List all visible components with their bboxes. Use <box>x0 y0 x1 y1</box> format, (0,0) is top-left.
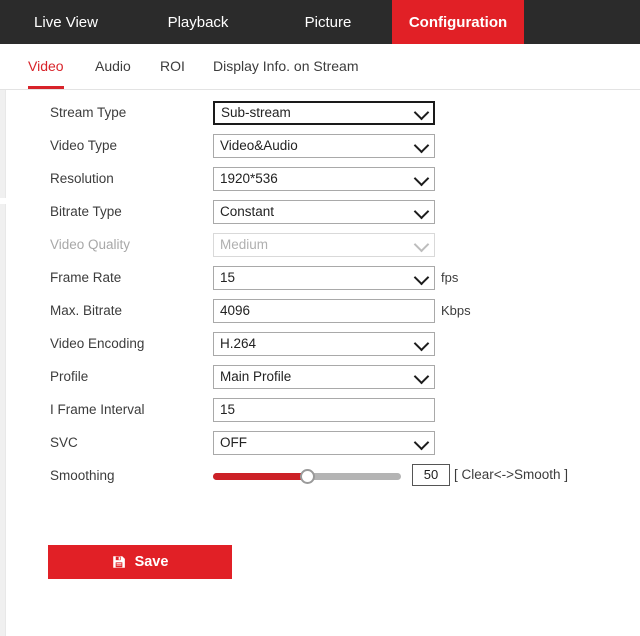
form-row-video-quality: Video Quality <box>0 228 640 261</box>
video-encoding-select[interactable] <box>213 331 435 356</box>
tab-video[interactable]: Video <box>28 44 64 89</box>
form-row-smoothing: Smoothing [ Clear<->Smooth ] <box>0 459 640 492</box>
form-row-resolution: Resolution <box>0 162 640 195</box>
form-row-video-encoding: Video Encoding <box>0 327 640 360</box>
control-resolution <box>213 166 435 191</box>
control-frame-rate <box>213 265 435 290</box>
nav-item-live-view[interactable]: Live View <box>0 0 132 44</box>
nav-item-picture[interactable]: Picture <box>264 0 392 44</box>
max-bitrate-input[interactable] <box>213 298 435 323</box>
frame-rate-select[interactable] <box>213 265 435 290</box>
label-video-encoding: Video Encoding <box>50 336 145 351</box>
control-max-bitrate <box>213 298 435 323</box>
label-svc: SVC <box>50 435 78 450</box>
floppy-disk-icon <box>112 556 125 568</box>
form-row-bitrate-type: Bitrate Type <box>0 195 640 228</box>
form-row-profile: Profile <box>0 360 640 393</box>
video-encoding-select-wrap <box>213 331 435 356</box>
label-video-type: Video Type <box>50 138 118 153</box>
control-video-encoding <box>213 331 435 356</box>
smoothing-value-input[interactable] <box>412 463 450 486</box>
form-row-video-type: Video Type <box>0 129 640 162</box>
frame-rate-select-wrap <box>213 265 435 290</box>
smoothing-slider-area: [ Clear<->Smooth ] <box>213 463 613 488</box>
save-button-label: Save <box>134 554 169 570</box>
profile-select-wrap <box>213 364 435 389</box>
tab-label: ROI <box>160 58 185 74</box>
smoothing-hint-text: [ Clear<->Smooth ] <box>454 466 569 482</box>
control-i-frame-interval <box>213 397 435 422</box>
sub-tab-bar: Video Audio ROI Display Info. on Stream <box>0 44 640 90</box>
control-video-quality <box>213 232 435 257</box>
video-settings-form: Stream Type Video Type Resolution <box>0 96 640 492</box>
svc-select-wrap <box>213 430 435 455</box>
svc-select[interactable] <box>213 430 435 455</box>
tab-label: Video <box>28 58 64 74</box>
smoothing-slider-fill <box>213 472 307 480</box>
form-row-frame-rate: Frame Rate fps <box>0 261 640 294</box>
stream-type-select-wrap <box>213 100 435 125</box>
video-type-select-wrap <box>213 133 435 158</box>
bitrate-type-select[interactable] <box>213 199 435 224</box>
tab-label: Display Info. on Stream <box>213 58 359 74</box>
control-stream-type <box>213 100 435 125</box>
control-svc <box>213 430 435 455</box>
form-row-stream-type: Stream Type <box>0 96 640 129</box>
label-smoothing: Smoothing <box>50 468 115 483</box>
label-video-quality: Video Quality <box>50 237 131 252</box>
resolution-select[interactable] <box>213 166 435 191</box>
label-profile: Profile <box>50 369 89 384</box>
control-bitrate-type <box>213 199 435 224</box>
label-stream-type: Stream Type <box>50 105 127 120</box>
form-row-i-frame-interval: I Frame Interval <box>0 393 640 426</box>
profile-select[interactable] <box>213 364 435 389</box>
control-profile <box>213 364 435 389</box>
label-bitrate-type: Bitrate Type <box>50 204 122 219</box>
label-i-frame-interval: I Frame Interval <box>50 402 145 417</box>
nav-item-playback[interactable]: Playback <box>132 0 264 44</box>
video-type-select[interactable] <box>213 133 435 158</box>
control-video-type <box>213 133 435 158</box>
save-button[interactable]: Save <box>48 545 232 579</box>
bitrate-type-select-wrap <box>213 199 435 224</box>
form-row-svc: SVC <box>0 426 640 459</box>
form-row-max-bitrate: Max. Bitrate Kbps <box>0 294 640 327</box>
tab-roi[interactable]: ROI <box>160 44 185 89</box>
smoothing-slider-knob[interactable] <box>299 468 315 484</box>
label-resolution: Resolution <box>50 171 114 186</box>
unit-frame-rate: fps <box>441 270 459 285</box>
nav-item-label: Configuration <box>408 13 508 31</box>
tab-label: Audio <box>95 58 131 74</box>
tab-display-info-on-stream[interactable]: Display Info. on Stream <box>213 44 359 89</box>
nav-item-configuration[interactable]: Configuration <box>392 0 524 44</box>
i-frame-interval-input[interactable] <box>213 397 435 422</box>
video-quality-select <box>213 232 435 257</box>
nav-item-label: Playback <box>167 13 229 31</box>
video-quality-select-wrap <box>213 232 435 257</box>
top-navigation-bar: Live View Playback Picture Configuration <box>0 0 640 44</box>
nav-item-label: Live View <box>34 13 98 31</box>
label-max-bitrate: Max. Bitrate <box>50 303 123 318</box>
nav-item-label: Picture <box>304 13 352 31</box>
unit-max-bitrate: Kbps <box>441 303 471 318</box>
resolution-select-wrap <box>213 166 435 191</box>
label-frame-rate: Frame Rate <box>50 270 122 285</box>
tab-audio[interactable]: Audio <box>95 44 131 89</box>
stream-type-select[interactable] <box>213 100 435 125</box>
